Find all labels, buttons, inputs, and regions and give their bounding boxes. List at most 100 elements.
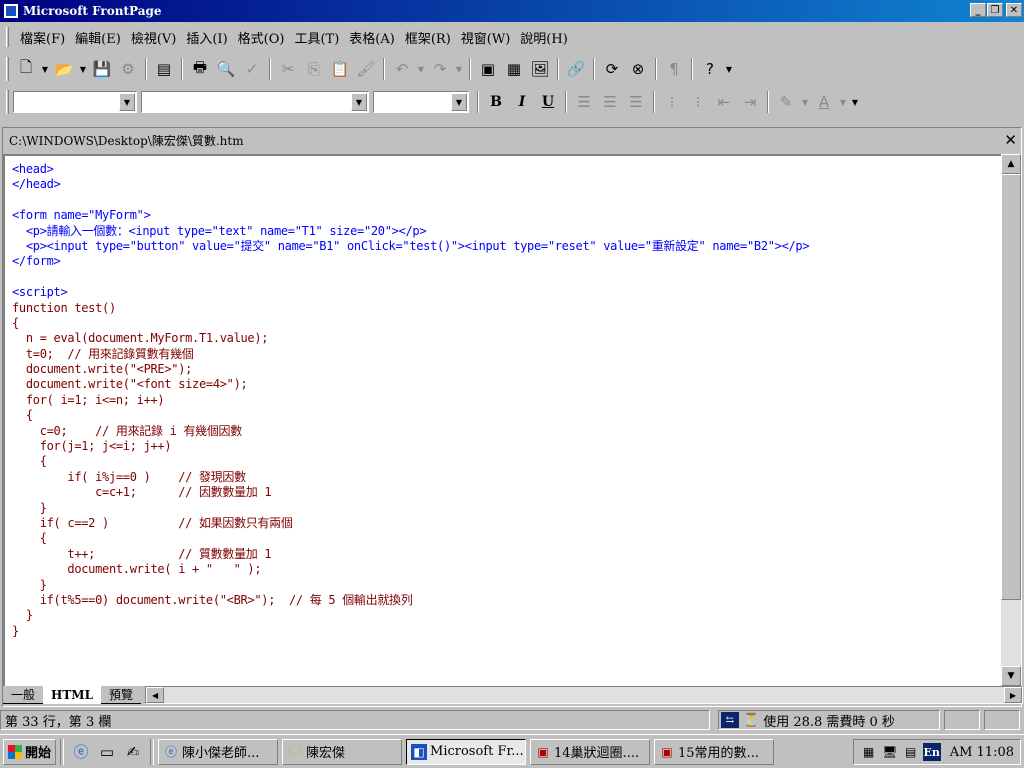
menu-frames[interactable]: 框架(R) — [400, 26, 456, 49]
show-all-button[interactable]: ¶ — [662, 57, 686, 81]
copy-button[interactable]: ⎘ — [302, 57, 326, 81]
monitor-tray-icon[interactable]: 🖥 — [881, 743, 899, 761]
insert-component-button[interactable]: ▣ — [476, 57, 500, 81]
redo-button[interactable]: ↷ — [428, 57, 452, 81]
code-line[interactable]: for(j=1; j<=i; j++) — [12, 439, 809, 454]
menu-edit[interactable]: 編輯(E) — [70, 26, 126, 49]
start-button[interactable]: 開始 — [3, 738, 57, 765]
code-line[interactable] — [12, 193, 809, 208]
decrease-indent-button[interactable]: ⇤ — [712, 90, 736, 114]
toolbar-grip[interactable] — [6, 90, 9, 114]
show-desktop-icon[interactable]: ▭ — [96, 741, 118, 763]
code-line[interactable]: if( c==2 ) // 如果因數只有兩個 — [12, 516, 809, 531]
publish-button[interactable]: ⚙ — [116, 57, 140, 81]
task-folder-window[interactable]: 🗀 陳宏傑 — [282, 738, 403, 765]
restore-button[interactable]: ❐ — [987, 3, 1003, 17]
code-line[interactable]: { — [12, 316, 809, 331]
horizontal-scrollbar[interactable]: ◀ ▶ — [145, 686, 1023, 704]
code-line[interactable]: } — [12, 578, 809, 593]
code-line[interactable]: n = eval(document.MyForm.T1.value); — [12, 331, 809, 346]
menu-insert[interactable]: 插入(I) — [181, 26, 232, 49]
open-button[interactable]: 📂 — [52, 57, 76, 81]
tab-html[interactable]: HTML — [43, 686, 102, 704]
scroll-up-icon[interactable]: ▲ — [1001, 154, 1021, 174]
scroll-right-icon[interactable]: ▶ — [1004, 687, 1022, 703]
new-dropdown-button[interactable]: ▼ — [40, 57, 50, 81]
refresh-button[interactable]: ⟳ — [600, 57, 624, 81]
menu-file[interactable]: 檔案(F) — [15, 26, 70, 49]
format-painter-button[interactable]: 🖌 — [354, 57, 378, 81]
bold-button[interactable]: B — [484, 90, 508, 114]
code-line[interactable]: <form name="MyForm"> — [12, 208, 809, 223]
highlight-dropdown-button[interactable]: ▼ — [800, 90, 810, 114]
code-line[interactable]: } — [12, 501, 809, 516]
code-line[interactable]: { — [12, 454, 809, 469]
preview-button[interactable]: 🔍 — [214, 57, 238, 81]
font-size-combo[interactable]: ▼ — [373, 91, 469, 113]
ie-quicklaunch-icon[interactable]: ⓔ — [70, 741, 92, 763]
code-line[interactable]: t++; // 質數數量加 1 — [12, 547, 809, 562]
numbering-button[interactable]: ⁝ — [660, 90, 684, 114]
code-line[interactable]: { — [12, 531, 809, 546]
spelling-button[interactable]: ✓ — [240, 57, 264, 81]
chevron-down-icon[interactable]: ▼ — [451, 93, 467, 111]
undo-button[interactable]: ↶ — [390, 57, 414, 81]
menu-grip[interactable] — [6, 27, 9, 47]
code-line[interactable]: <head> — [12, 162, 809, 177]
toolbar-grip[interactable] — [6, 57, 9, 81]
scroll-left-icon[interactable]: ◀ — [146, 687, 165, 703]
code-line[interactable]: </head> — [12, 177, 809, 192]
menu-window[interactable]: 視窗(W) — [456, 26, 516, 49]
folder-list-button[interactable]: ▤ — [152, 57, 176, 81]
chevron-down-icon[interactable]: ▼ — [119, 93, 135, 111]
help-button[interactable]: ? — [698, 57, 722, 81]
increase-indent-button[interactable]: ⇥ — [738, 90, 762, 114]
code-line[interactable]: document.write("<PRE>"); — [12, 362, 809, 377]
chevron-down-icon[interactable]: ▼ — [351, 93, 367, 111]
volume-tray-icon[interactable]: ▤ — [902, 743, 920, 761]
clock[interactable]: AM 11:08 — [950, 745, 1014, 760]
code-line[interactable]: c=0; // 用來記錄 i 有幾個因數 — [12, 424, 809, 439]
task-frontpage-window[interactable]: ◧ Microsoft Fr... — [406, 738, 527, 765]
insert-picture-button[interactable]: 🖼 — [528, 57, 552, 81]
close-document-icon[interactable]: ✕ — [1004, 131, 1017, 149]
bullets-button[interactable]: ⁝ — [686, 90, 710, 114]
new-page-button[interactable]: 🗋 — [14, 57, 38, 81]
toolbar-options-button[interactable]: ▼ — [724, 57, 734, 81]
open-dropdown-button[interactable]: ▼ — [78, 57, 88, 81]
task-ie-window[interactable]: ⓔ 陳小傑老師... — [158, 738, 279, 765]
minimize-button[interactable]: _ — [970, 3, 986, 17]
code-line[interactable]: <p><input type="button" value="提交" name=… — [12, 239, 810, 254]
style-combo[interactable]: ▼ — [13, 91, 137, 113]
font-color-button[interactable]: A — [812, 90, 836, 114]
code-area[interactable]: <head> </head> <form name="MyForm"> <p>請輸… — [12, 162, 810, 639]
code-line[interactable]: c=c+1; // 因數數量加 1 — [12, 485, 809, 500]
align-center-button[interactable]: ☰ — [598, 90, 622, 114]
redo-dropdown-button[interactable]: ▼ — [454, 57, 464, 81]
align-right-button[interactable]: ☰ — [624, 90, 648, 114]
menu-tools[interactable]: 工具(T) — [289, 26, 344, 49]
menu-table[interactable]: 表格(A) — [344, 26, 400, 49]
menu-format[interactable]: 格式(O) — [233, 26, 290, 49]
code-line[interactable]: <script> — [12, 285, 809, 300]
font-color-dropdown-button[interactable]: ▼ — [838, 90, 848, 114]
html-code-editor[interactable]: <head> </head> <form name="MyForm"> <p>請輸… — [3, 154, 1001, 686]
italic-button[interactable]: I — [510, 90, 534, 114]
stop-button[interactable]: ⊗ — [626, 57, 650, 81]
code-line[interactable]: if( i%j==0 ) // 發現因數 — [12, 470, 809, 485]
toolbar-options-button[interactable]: ▼ — [850, 90, 860, 114]
task-document-window[interactable]: ▣ 15常用的數... — [654, 738, 775, 765]
title-bar[interactable]: Microsoft FrontPage _ ❐ ✕ — [0, 0, 1024, 22]
scroll-down-icon[interactable]: ▼ — [1001, 666, 1021, 686]
code-line[interactable]: </form> — [12, 254, 809, 269]
underline-button[interactable]: U — [536, 90, 560, 114]
code-line[interactable]: document.write( i + " " ); — [12, 562, 809, 577]
language-indicator[interactable]: En — [922, 743, 941, 761]
paste-button[interactable]: 📋 — [328, 57, 352, 81]
code-line[interactable]: document.write("<font size=4>"); — [12, 377, 809, 392]
menu-help[interactable]: 說明(H) — [515, 26, 572, 49]
insert-table-button[interactable]: ▦ — [502, 57, 526, 81]
highlight-button[interactable]: ✎ — [774, 90, 798, 114]
code-line[interactable]: function test() — [12, 301, 809, 316]
code-line[interactable]: if(t%5==0) document.write("<BR>"); // 每 … — [12, 593, 809, 608]
